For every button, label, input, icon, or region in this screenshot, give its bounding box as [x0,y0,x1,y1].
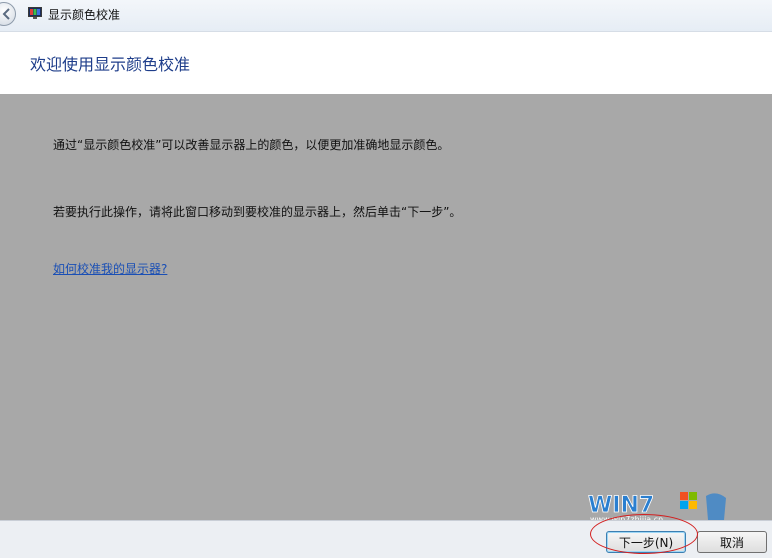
cancel-button[interactable]: 取消 [697,531,767,553]
page-header: 欢迎使用显示颜色校准 [0,33,772,94]
help-link[interactable]: 如何校准我的显示器? [53,261,167,277]
intro-text: 通过“显示颜色校准”可以改善显示器上的颜色，以便更加准确地显示颜色。 [53,138,450,152]
next-button[interactable]: 下一步(N) [606,531,686,553]
page-title: 欢迎使用显示颜色校准 [30,55,191,74]
monitor-icon [28,7,42,19]
content-area: 通过“显示颜色校准”可以改善显示器上的颜色，以便更加准确地显示颜色。 若要执行此… [0,94,772,520]
footer-bar: 下一步(N) 取消 [0,520,772,558]
back-button[interactable] [0,2,16,26]
instruction-text: 若要执行此操作，请将此窗口移动到要校准的显示器上，然后单击“下一步”。 [53,205,462,219]
back-arrow-icon [2,8,10,20]
title-bar: 显示颜色校准 [0,0,772,32]
window-title: 显示颜色校准 [48,8,121,22]
